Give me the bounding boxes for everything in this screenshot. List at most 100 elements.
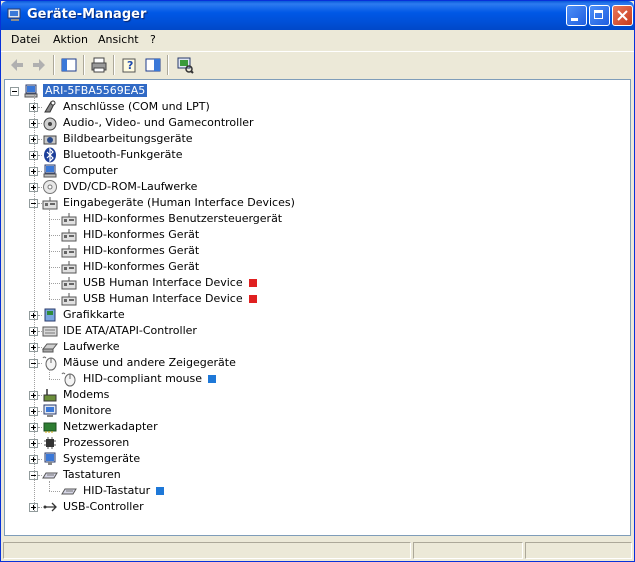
root-computer-name[interactable]: ARI-5FBA5569EA5: [43, 84, 148, 97]
show-hide-pane-icon[interactable]: [143, 55, 163, 75]
status-bar: [1, 539, 634, 561]
port-icon: [42, 99, 58, 115]
tree-connector: [49, 379, 60, 380]
system-icon: [42, 451, 58, 467]
category-label[interactable]: Bildbearbeitungsgeräte: [63, 132, 193, 145]
toolbar-separator: [53, 55, 55, 75]
cdrom-icon: [42, 179, 58, 195]
scan-hardware-icon[interactable]: [175, 55, 195, 75]
category-label[interactable]: Computer: [63, 164, 118, 177]
toolbar-separator: [83, 55, 85, 75]
back-arrow-icon[interactable]: [7, 55, 27, 75]
mouse-icon: [42, 355, 58, 371]
modem-icon: [42, 387, 58, 403]
device-manager-window: Geräte-Manager Datei Aktion Ansicht ? ? …: [0, 0, 635, 562]
keyboard-icon: [42, 467, 58, 483]
device-label[interactable]: HID-konformes Gerät: [83, 260, 199, 273]
category-label[interactable]: IDE ATA/ATAPI-Controller: [63, 324, 197, 337]
category-label[interactable]: Bluetooth-Funkgeräte: [63, 148, 183, 161]
category-label[interactable]: Modems: [63, 388, 109, 401]
hid-icon: [61, 259, 77, 275]
device-tree[interactable]: ARI-5FBA5569EA5 Anschlüsse (COM und LPT) A…: [4, 79, 631, 536]
tree-connector: [49, 219, 60, 220]
usb-icon: [42, 499, 58, 515]
category-label[interactable]: Mäuse und andere Zeigegeräte: [63, 356, 236, 369]
forward-arrow-icon[interactable]: [29, 55, 49, 75]
drive-icon: [41, 339, 59, 355]
status-marker: [156, 487, 165, 495]
title-bar[interactable]: Geräte-Manager: [1, 1, 634, 30]
hid-icon: [61, 275, 77, 291]
maximize-button[interactable]: [589, 5, 610, 26]
category-label[interactable]: Prozessoren: [63, 436, 129, 449]
device-label[interactable]: HID-konformes Gerät: [83, 244, 199, 257]
console-tree-icon[interactable]: [59, 55, 79, 75]
device-label[interactable]: HID-compliant mouse: [83, 372, 202, 385]
category-label[interactable]: Anschlüsse (COM und LPT): [63, 100, 210, 113]
category-label[interactable]: Laufwerke: [63, 340, 120, 353]
menu-ansicht[interactable]: Ansicht: [98, 33, 139, 46]
audio-icon: [42, 115, 58, 131]
category-label[interactable]: Systemgeräte: [63, 452, 140, 465]
status-marker: [207, 375, 216, 383]
hid-icon: [61, 243, 77, 259]
print-icon[interactable]: [89, 55, 109, 75]
display-icon: [42, 307, 58, 323]
category-label[interactable]: Audio-, Video- und Gamecontroller: [63, 116, 254, 129]
category-label[interactable]: USB-Controller: [63, 500, 144, 513]
device-manager-icon: [7, 8, 21, 21]
category-label[interactable]: Grafikkarte: [63, 308, 125, 321]
window-title: Geräte-Manager: [27, 7, 147, 22]
category-label[interactable]: Netzwerkadapter: [63, 420, 158, 433]
tree-connector: [49, 283, 60, 284]
toolbar-separator: [113, 55, 115, 75]
category-label[interactable]: Tastaturen: [63, 468, 121, 481]
hid-icon: [61, 227, 77, 243]
menu-help[interactable]: ?: [150, 33, 156, 46]
category-label[interactable]: DVD/CD-ROM-Laufwerke: [63, 180, 197, 193]
device-label[interactable]: HID-konformes Benutzersteuergerät: [83, 212, 282, 225]
toolbar: ?: [1, 51, 634, 78]
tree-connector: [49, 299, 60, 300]
status-cell-2: [413, 542, 523, 559]
svg-text:?: ?: [127, 59, 133, 72]
hid-icon: [42, 195, 58, 211]
status-marker: [248, 295, 257, 303]
collapse-root-toggle[interactable]: [10, 87, 19, 96]
device-label[interactable]: USB Human Interface Device: [83, 292, 243, 305]
status-cell-main: [3, 542, 411, 559]
hid-icon: [61, 291, 77, 307]
tree-branch-line: [49, 209, 50, 299]
tree-connector: [49, 235, 60, 236]
bluetooth-icon: [42, 147, 58, 163]
tree-connector: [49, 491, 60, 492]
monitor-icon: [42, 403, 58, 419]
category-label[interactable]: Monitore: [63, 404, 111, 417]
hid-icon: [61, 211, 77, 227]
device-label[interactable]: USB Human Interface Device: [83, 276, 243, 289]
mouse-icon: [61, 371, 77, 387]
status-marker: [248, 279, 257, 287]
camera-icon: [42, 131, 58, 147]
toolbar-separator: [167, 55, 169, 75]
computer-icon: [23, 83, 39, 99]
tree-branch-line: [49, 481, 50, 491]
network-icon: [42, 419, 58, 435]
device-label[interactable]: HID-konformes Gerät: [83, 228, 199, 241]
close-button[interactable]: [612, 5, 633, 26]
ide-icon: [42, 323, 58, 339]
computer-icon: [42, 163, 58, 179]
close-icon: [617, 10, 628, 21]
category-label[interactable]: Eingabegeräte (Human Interface Devices): [63, 196, 295, 209]
device-label[interactable]: HID-Tastatur: [83, 484, 150, 497]
properties-help-icon[interactable]: ?: [119, 55, 139, 75]
tree-connector: [49, 251, 60, 252]
cpu-icon: [42, 435, 58, 451]
menu-datei[interactable]: Datei: [11, 33, 40, 46]
tree-connector: [49, 267, 60, 268]
keyboard-icon: [61, 483, 77, 499]
tree-trunk-line: [34, 95, 35, 511]
tree-branch-line: [49, 369, 50, 379]
minimize-button[interactable]: [566, 5, 587, 26]
menu-aktion[interactable]: Aktion: [53, 33, 88, 46]
